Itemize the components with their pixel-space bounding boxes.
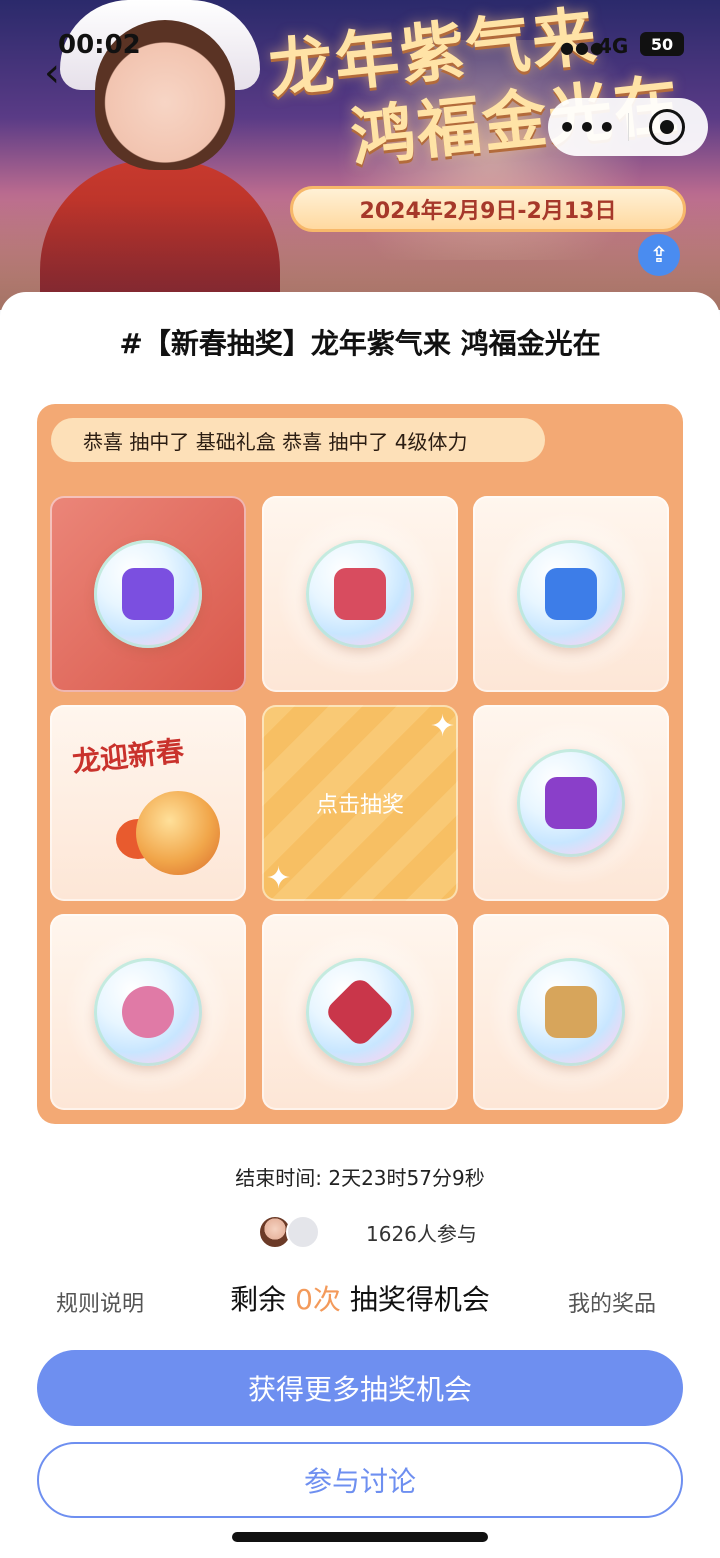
remaining-prefix: 剩余 [230,1283,287,1316]
join-discussion-button[interactable]: 参与讨论 [37,1442,683,1518]
prize-cell-gift-basket [473,914,669,1110]
blue-chest-icon [545,568,597,620]
draw-button-label: 点击抽奖 [315,793,404,818]
remaining-count: 0次 [295,1283,341,1316]
lottery-grid: 恭喜 抽中了 基础礼盒 恭喜 抽中了 4级体力 龙迎新春 ✦ 点击抽奖 ✦ [37,404,683,1124]
gift-basket-icon [545,986,597,1038]
chevron-left-icon[interactable]: ‹ [44,52,80,94]
piggy-bank-icon [122,986,174,1038]
network-type: 4G [598,34,629,58]
prize-cell-purple-crystal-orb [50,496,246,692]
status-bar: 00:02 ●●● 4G 50 [0,0,720,90]
ticker-text: 恭喜 抽中了 基础礼盒 恭喜 抽中了 4级体力 [83,429,468,454]
share-icon[interactable]: ⇪ [638,234,680,276]
prize-cell-red-crystal-orb [262,496,458,692]
battery-indicator: 50 [640,32,684,56]
prize-cell-purple-treasure-chest [473,705,669,901]
dragon-card-text: 龙迎新春 [70,734,186,779]
participants: 1626人参与 [258,1212,477,1252]
sparkle-icon: ✦ [266,861,292,896]
sparkle-icon: ✦ [430,709,456,744]
more-dots-icon[interactable]: ••• [548,111,628,144]
end-time: 结束时间: 2天23时57分9秒 [235,1166,485,1190]
banner-date-range: 2024年2月9日-2月13日 [290,186,686,232]
participant-count: 1626人参与 [366,1221,477,1246]
dragon-icon [136,791,220,875]
action-row: 规则说明 剩余 0次 抽奖得机会 我的奖品 [0,1278,720,1322]
red-gem-icon [334,568,386,620]
home-indicator [232,1532,488,1542]
purple-gem-icon [122,568,174,620]
capsule-divider [628,113,629,141]
prize-cell-pink-piggy-bank [50,914,246,1110]
my-prizes-link[interactable]: 我的奖品 [568,1286,656,1318]
remaining-suffix: 抽奖得机会 [349,1283,490,1316]
target-icon[interactable] [649,109,685,145]
dragon-card-art: 龙迎新春 [66,731,230,881]
purple-chest-icon [545,777,597,829]
prize-cell-dragon-card: 龙迎新春 [50,705,246,901]
winner-ticker: 恭喜 抽中了 基础礼盒 恭喜 抽中了 4级体力 [51,418,545,462]
lottery-card: #【新春抽奖】龙年紫气来 鸿福金光在 恭喜 抽中了 基础礼盒 恭喜 抽中了 4级… [0,292,720,1558]
draw-button[interactable]: ✦ 点击抽奖 ✦ [262,705,458,901]
get-more-chances-button[interactable]: 获得更多抽奖机会 [37,1350,683,1426]
prize-cell-blue-treasure-chest [473,496,669,692]
prize-cell-red-gems [262,914,458,1110]
post-title: #【新春抽奖】龙年紫气来 鸿福金光在 [119,327,601,360]
avatar-placeholder [286,1215,320,1249]
mini-program-capsule: ••• [548,98,708,156]
